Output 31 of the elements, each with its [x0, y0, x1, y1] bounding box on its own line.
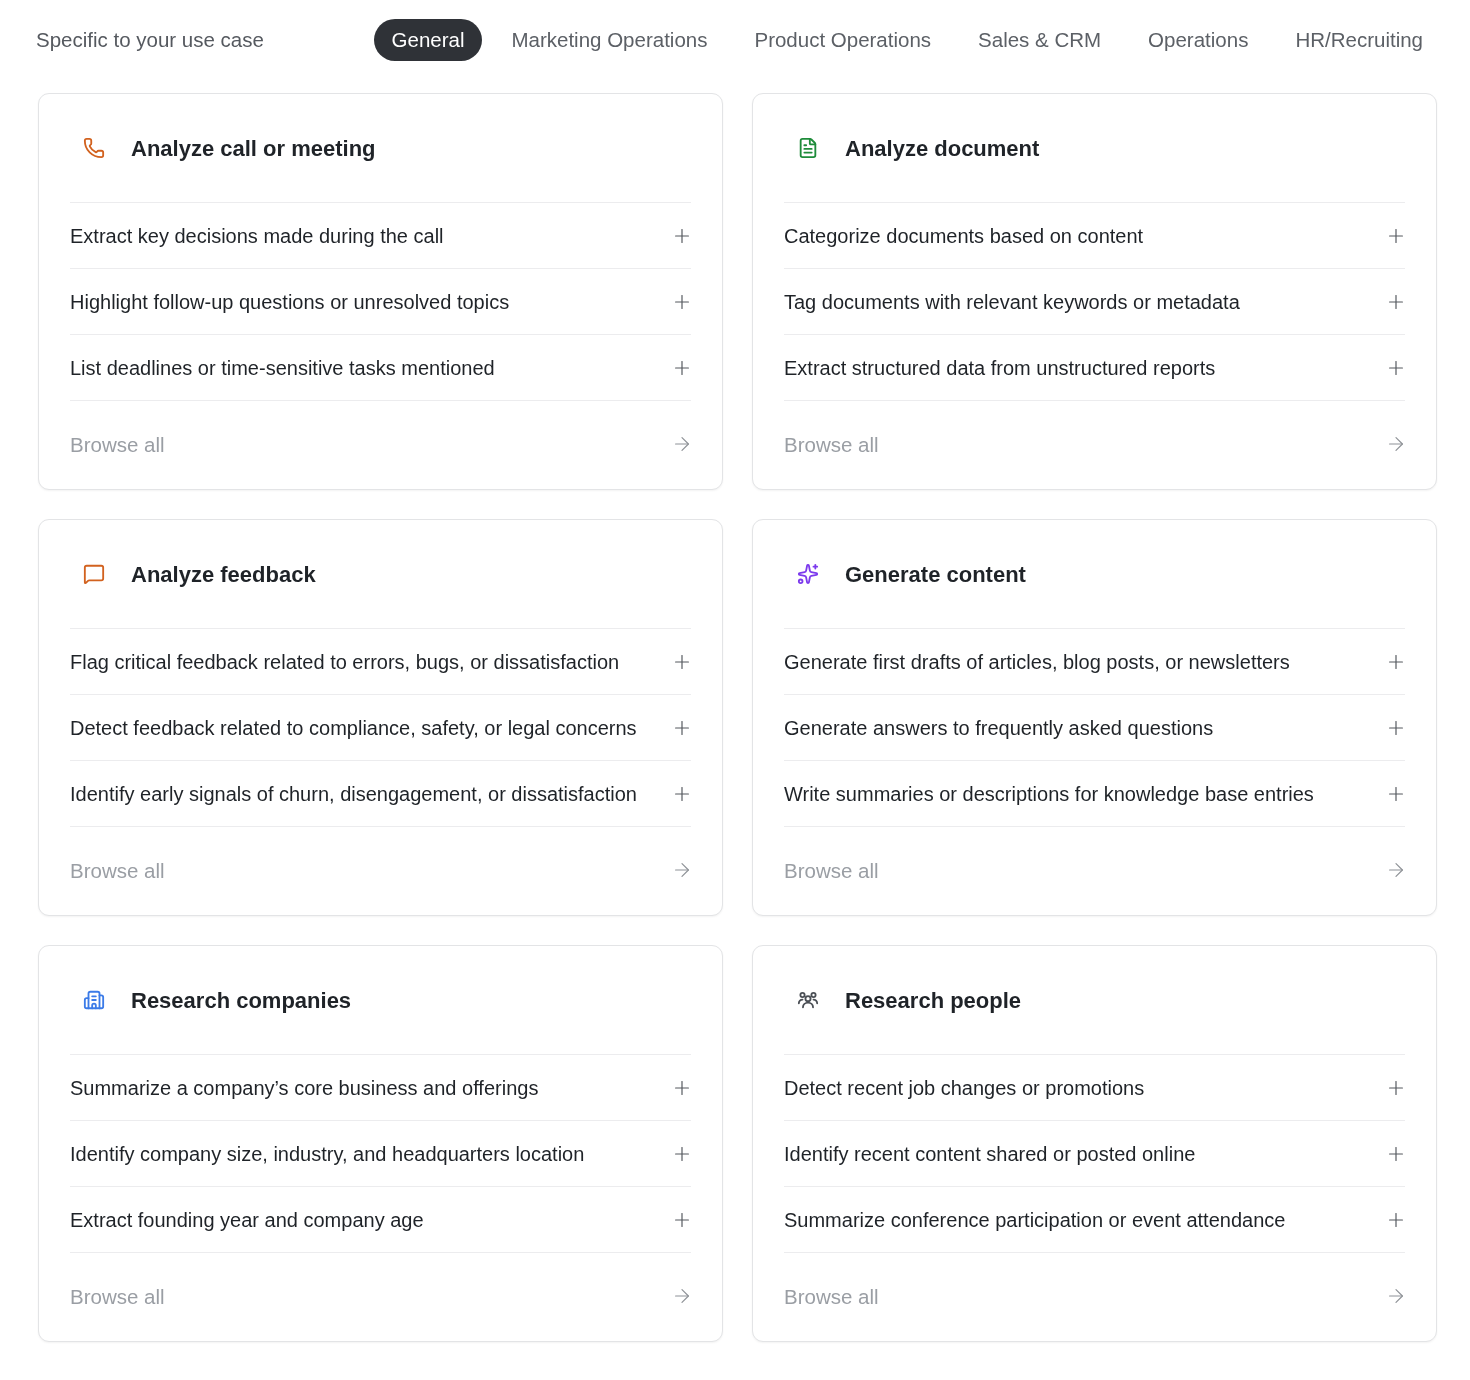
prompt-option[interactable]: Detect recent job changes or promotions: [784, 1054, 1405, 1120]
card-title: Research people: [845, 986, 1022, 1015]
prompt-option[interactable]: Summarize a company’s core business and offerings: [70, 1054, 691, 1120]
prompt-option[interactable]: List deadlines or time-sensitive tasks mentioned: [70, 334, 691, 400]
prompt-option[interactable]: Extract founding year and company age: [70, 1186, 691, 1252]
card-title: Generate content: [845, 560, 1026, 589]
prompt-option[interactable]: Highlight follow-up questions or unresolved topics: [70, 268, 691, 334]
prompt-option[interactable]: Generate answers to frequently asked questions: [784, 694, 1405, 760]
category-tab[interactable]: HR/Recruiting: [1277, 19, 1441, 61]
category-tab[interactable]: Marketing Operations: [493, 19, 726, 61]
prompt-option[interactable]: Detect feedback related to compliance, safety, or legal concerns: [70, 694, 691, 760]
prompt-option[interactable]: Generate first drafts of articles, blog posts, or newsletters: [784, 628, 1405, 694]
prompt-option[interactable]: Summarize conference participation or event attendance: [784, 1186, 1405, 1252]
category-tab[interactable]: Product Operations: [736, 19, 950, 61]
prompt-option[interactable]: Identify early signals of churn, disengagement, or dissatisfaction: [70, 760, 691, 826]
prompt-option[interactable]: Identify recent content shared or posted online: [784, 1120, 1405, 1186]
prompt-option[interactable]: Flag critical feedback related to errors, bugs, or dissatisfaction: [70, 628, 691, 694]
prompt-option[interactable]: Categorize documents based on content: [784, 202, 1405, 268]
category-tab[interactable]: Operations: [1130, 19, 1267, 61]
section-label: Specific to your use case: [36, 26, 264, 53]
card-title: Analyze call or meeting: [131, 134, 376, 163]
prompt-option[interactable]: Identify company size, industry, and headquarters location: [70, 1120, 691, 1186]
category-tab[interactable]: Sales & CRM: [960, 19, 1120, 61]
prompt-option[interactable]: Extract key decisions made during the call: [70, 202, 691, 268]
card-title: Analyze document: [845, 134, 1040, 163]
prompt-option[interactable]: Extract structured data from unstructured reports: [784, 334, 1405, 400]
card-title: Research companies: [131, 986, 352, 1015]
prompt-option[interactable]: Write summaries or descriptions for knowledge base entries: [784, 760, 1405, 826]
prompt-option[interactable]: Tag documents with relevant keywords or metadata: [784, 268, 1405, 334]
category-tab[interactable]: General: [373, 19, 483, 61]
card-title: Analyze feedback: [131, 560, 316, 589]
